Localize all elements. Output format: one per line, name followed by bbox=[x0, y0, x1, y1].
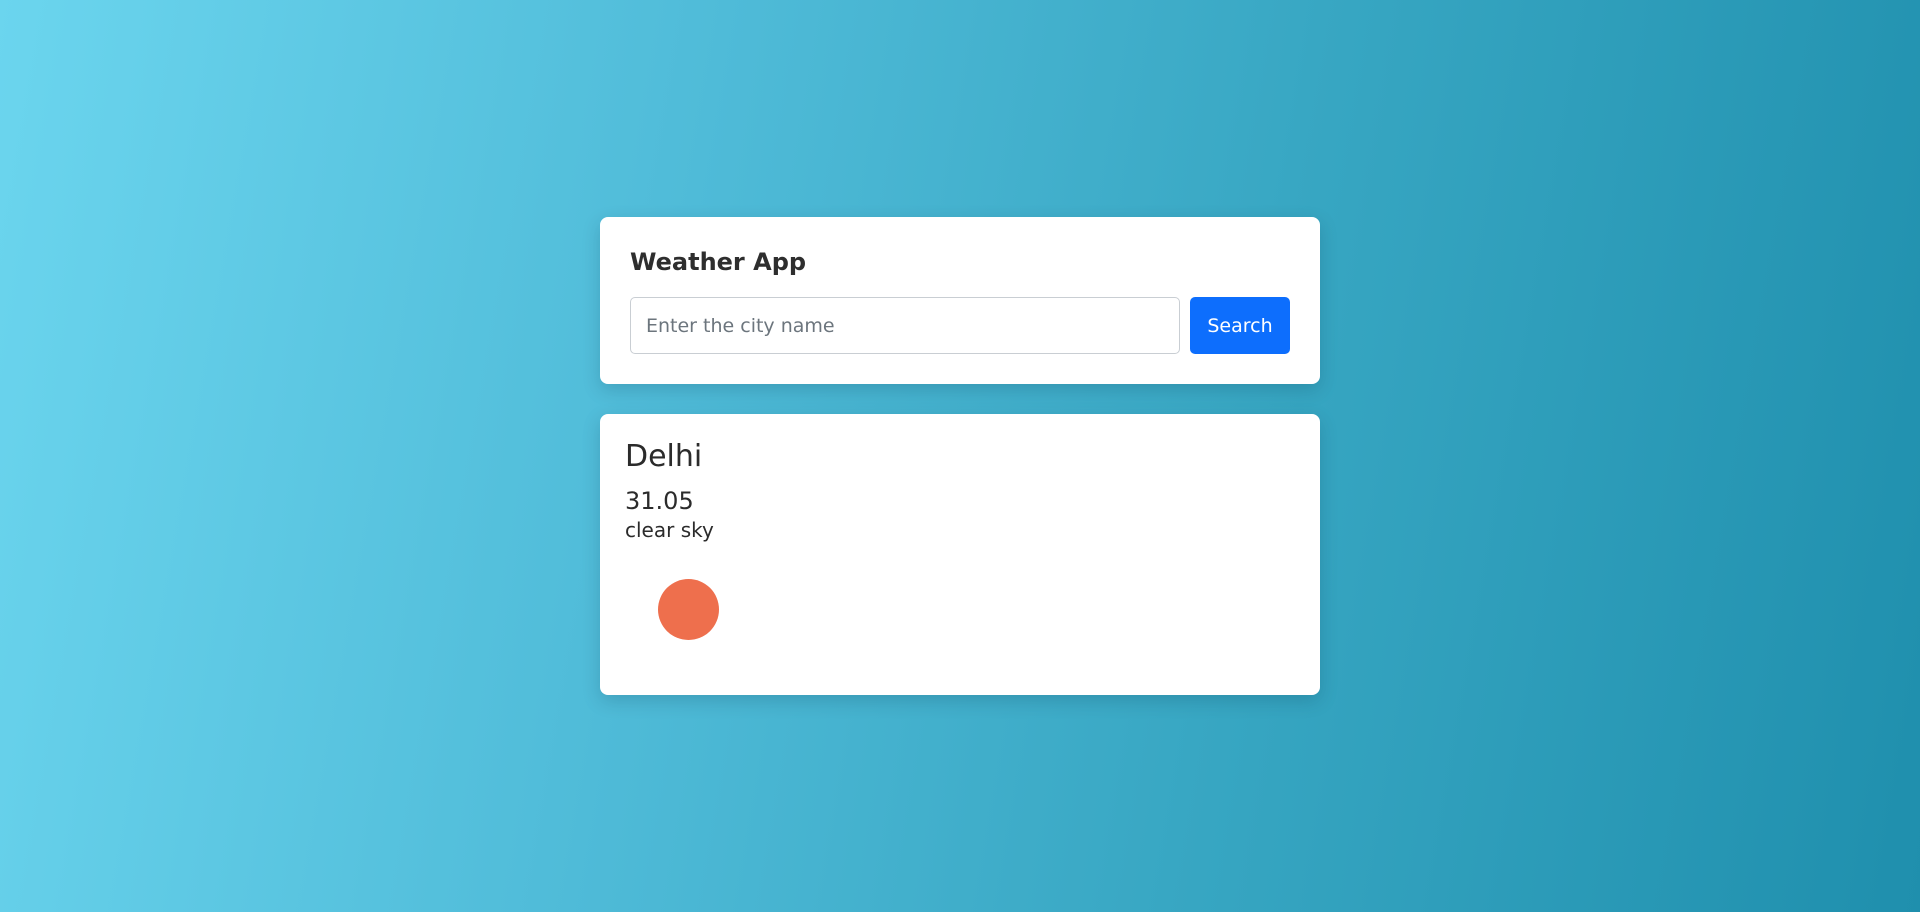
city-name: Delhi bbox=[625, 439, 703, 474]
search-row: Search bbox=[630, 297, 1290, 354]
weather-result-card: Delhi 31.05 clear sky bbox=[600, 414, 1320, 695]
temperature-value: 31.05 bbox=[625, 487, 694, 515]
app-title: Weather App bbox=[630, 248, 807, 276]
search-card: Weather App Search bbox=[600, 217, 1320, 384]
weather-description: clear sky bbox=[625, 518, 714, 542]
sun-icon bbox=[658, 579, 719, 640]
city-search-input[interactable] bbox=[630, 297, 1180, 354]
search-button[interactable]: Search bbox=[1190, 297, 1290, 354]
